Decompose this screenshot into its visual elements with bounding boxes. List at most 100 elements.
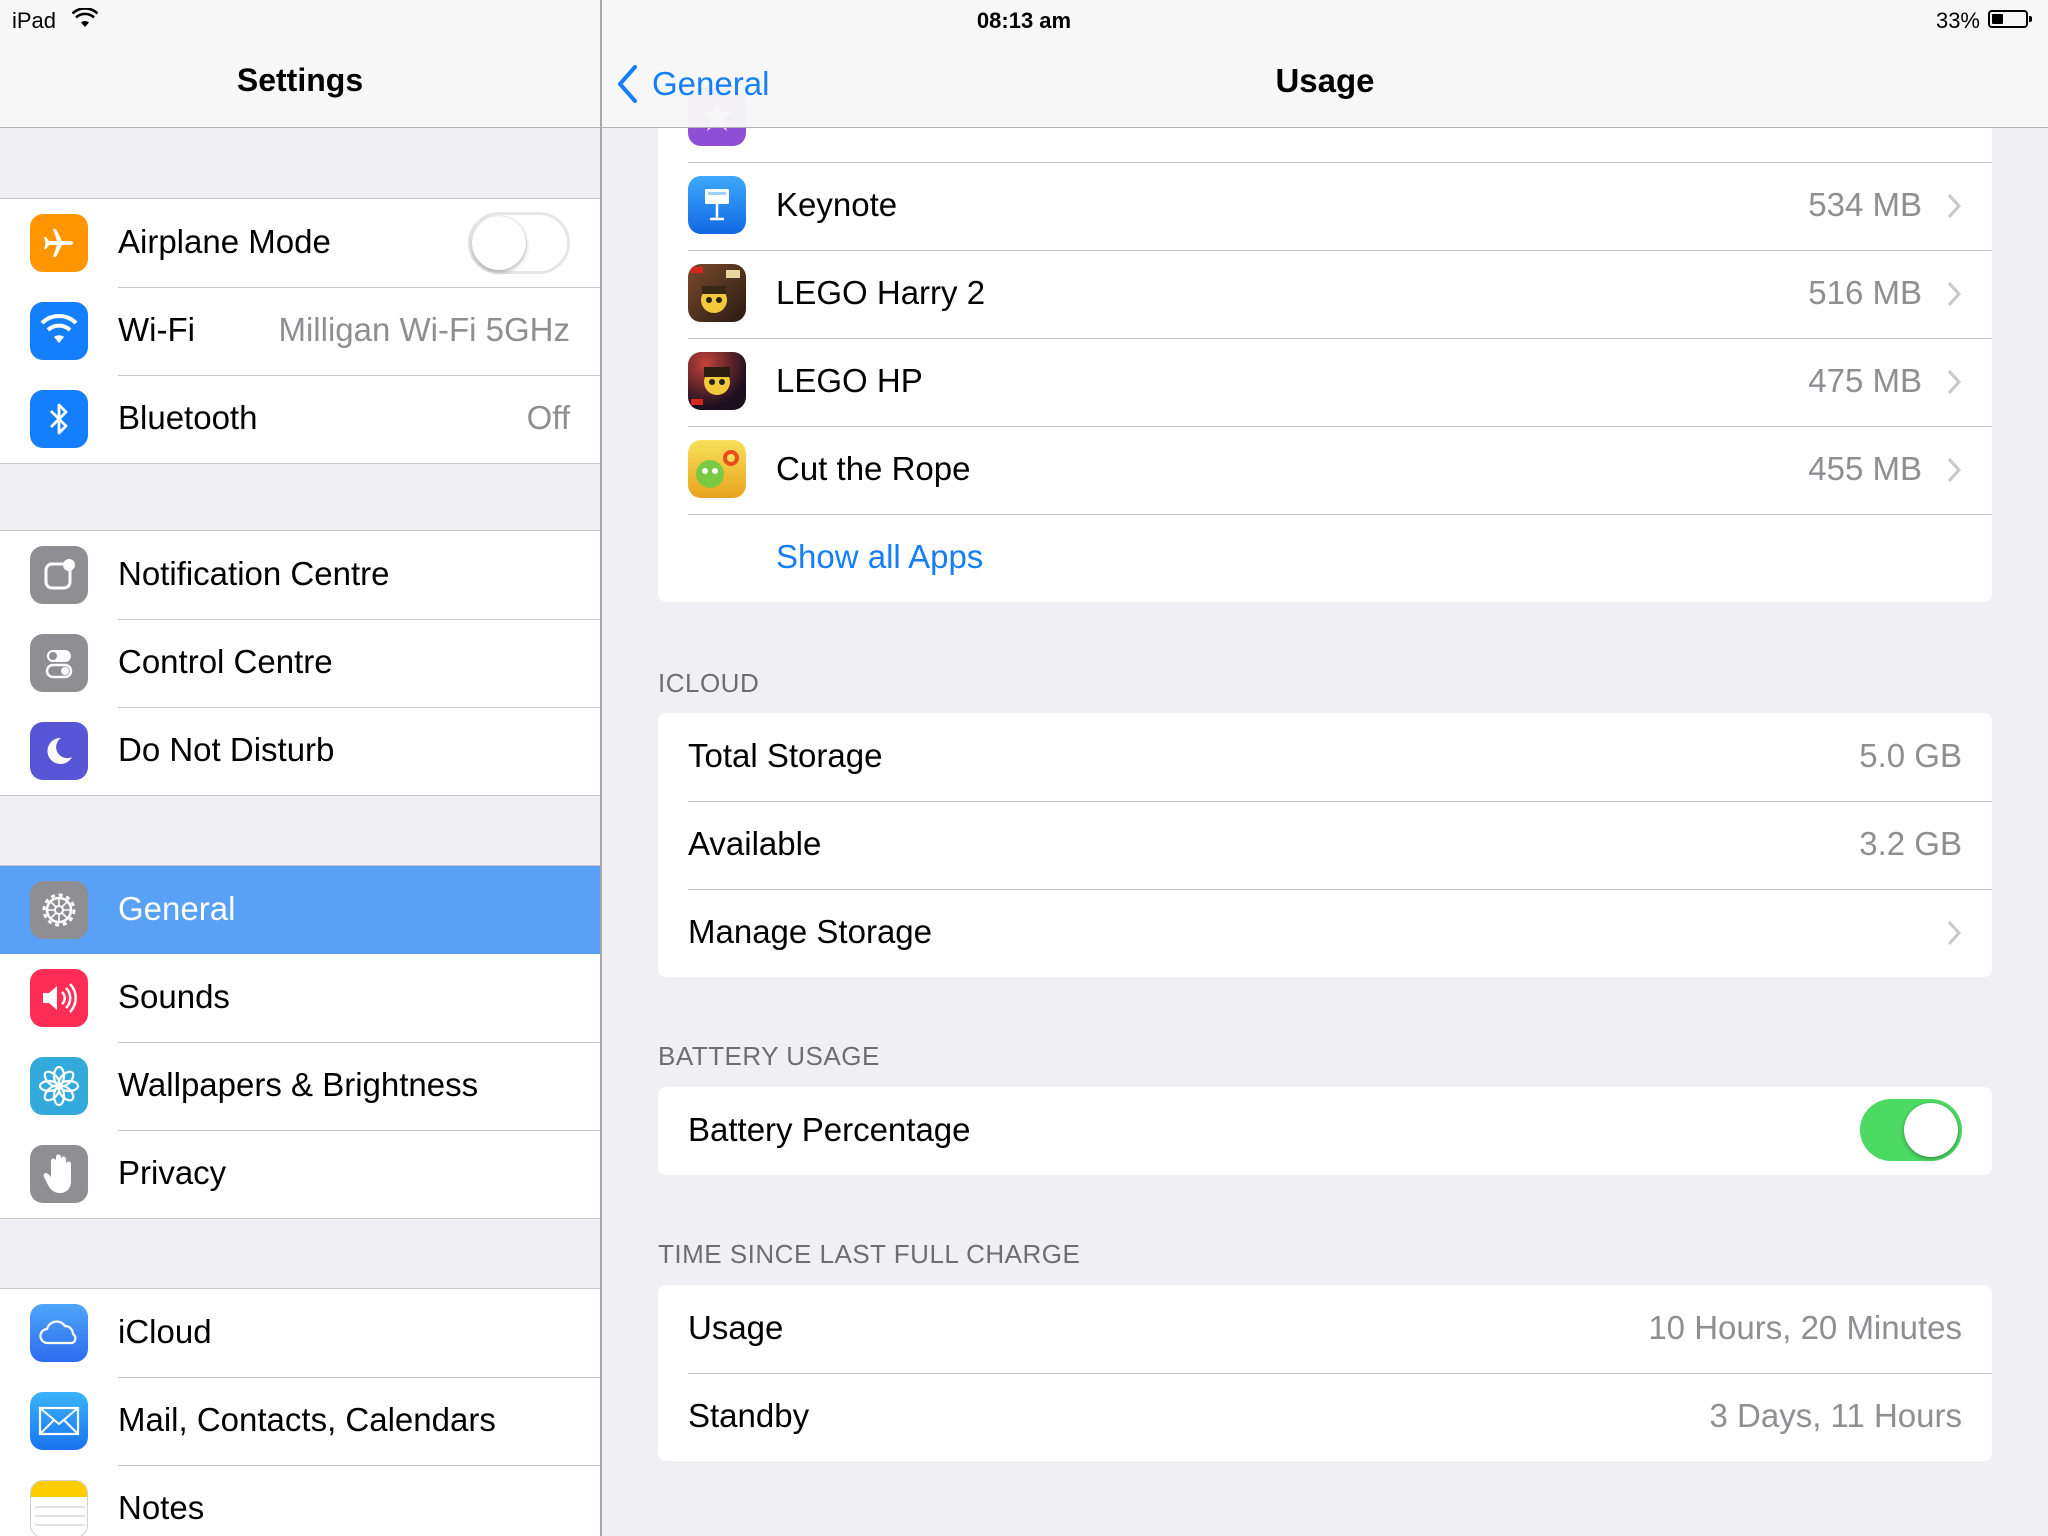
- total-storage-label: Total Storage: [688, 737, 883, 774]
- time-since-charge-group: Usage 10 Hours, 20 Minutes Standby 3 Day…: [658, 1285, 1992, 1461]
- app-size: 534 MB: [1808, 186, 1922, 223]
- chevron-right-icon: [1947, 457, 1962, 483]
- cloud-icon: [30, 1304, 88, 1362]
- settings-item-do-not-disturb[interactable]: Do Not Disturb: [0, 707, 600, 795]
- app-name: LEGO HP: [776, 362, 923, 399]
- list-item[interactable]: Cut the Rope 455 MB: [658, 426, 1992, 514]
- settings-item-label: Wallpapers & Brightness: [118, 1066, 479, 1103]
- settings-item-label: iCloud: [118, 1313, 212, 1350]
- airplane-mode-toggle[interactable]: [468, 212, 570, 274]
- available-label: Available: [688, 825, 822, 862]
- settings-group-connectivity: Airplane Mode Wi-Fi Milligan Wi-Fi 5GHz …: [0, 198, 600, 464]
- settings-item-mail-contacts-calendars[interactable]: Mail, Contacts, Calendars: [0, 1377, 600, 1465]
- settings-item-label: Sounds: [118, 978, 230, 1015]
- available-storage-row: Available 3.2 GB: [658, 801, 1992, 889]
- settings-item-label: Notification Centre: [118, 555, 390, 592]
- total-storage-row: Total Storage 5.0 GB: [658, 713, 1992, 801]
- app-storage-list: Keynote 534 MB LEGO Harry 2 516 MB LEGO …: [658, 74, 1992, 602]
- usage-detail-pane: General Usage Keynote 534 MB LEGO Harry …: [602, 0, 2048, 1536]
- chevron-right-icon: [1947, 281, 1962, 307]
- keynote-icon: [688, 176, 746, 234]
- usage-time-value: 10 Hours, 20 Minutes: [1648, 1309, 1962, 1346]
- battery-percentage-toggle[interactable]: [1860, 1099, 1962, 1161]
- flower-icon: [30, 1057, 88, 1115]
- battery-icon: [1988, 10, 2032, 28]
- battery-percent-label: 33%: [1935, 8, 1980, 33]
- chevron-right-icon: [1947, 193, 1962, 219]
- chevron-right-icon: [1947, 920, 1962, 946]
- control-centre-icon: [30, 634, 88, 692]
- app-size: 475 MB: [1808, 362, 1922, 399]
- settings-item-wifi[interactable]: Wi-Fi Milligan Wi-Fi 5GHz: [0, 287, 600, 375]
- standby-time-row: Standby 3 Days, 11 Hours: [658, 1373, 1992, 1461]
- page-title: Usage: [1275, 62, 1375, 99]
- battery-percentage-row: Battery Percentage: [658, 1087, 1992, 1175]
- settings-group-general: General Sounds Wallpapers & Brightness P…: [0, 865, 600, 1219]
- settings-item-privacy[interactable]: Privacy: [0, 1130, 600, 1218]
- settings-item-icloud[interactable]: iCloud: [0, 1289, 600, 1377]
- list-item[interactable]: LEGO Harry 2 516 MB: [658, 250, 1992, 338]
- settings-item-label: Privacy: [118, 1154, 227, 1191]
- wifi-network-value: Milligan Wi-Fi 5GHz: [278, 311, 570, 348]
- standby-time-value: 3 Days, 11 Hours: [1709, 1397, 1963, 1434]
- usage-time-label: Usage: [688, 1309, 784, 1346]
- settings-item-bluetooth[interactable]: Bluetooth Off: [0, 375, 600, 463]
- app-name: LEGO Harry 2: [776, 274, 986, 311]
- settings-item-notes[interactable]: Notes: [0, 1465, 600, 1536]
- settings-group-notifications: Notification Centre Control Centre Do No…: [0, 530, 600, 796]
- list-item[interactable]: LEGO HP 475 MB: [658, 338, 1992, 426]
- hand-icon: [30, 1145, 88, 1203]
- section-header-time-since-charge: TIME SINCE LAST FULL CHARGE: [658, 1239, 1081, 1269]
- cut-the-rope-icon: [688, 440, 746, 498]
- battery-usage-group: Battery Percentage: [658, 1087, 1992, 1175]
- bluetooth-icon: [30, 390, 88, 448]
- section-header-battery-usage: BATTERY USAGE: [658, 1041, 880, 1071]
- settings-item-notification-centre[interactable]: Notification Centre: [0, 531, 600, 619]
- mail-icon: [30, 1392, 88, 1450]
- airplane-icon: [30, 214, 88, 272]
- settings-item-control-centre[interactable]: Control Centre: [0, 619, 600, 707]
- lego-hp-icon: [688, 352, 746, 410]
- settings-item-general[interactable]: General: [0, 866, 600, 954]
- bluetooth-status-value: Off: [526, 399, 570, 436]
- settings-item-label: Do Not Disturb: [118, 731, 335, 768]
- page-title: Settings: [236, 62, 364, 98]
- settings-item-label: General: [118, 890, 236, 927]
- gear-icon: [30, 881, 88, 939]
- lego-harry-2-icon: [688, 264, 746, 322]
- section-header-icloud: ICLOUD: [658, 668, 760, 698]
- list-item[interactable]: Keynote 534 MB: [658, 162, 1992, 250]
- split-view-divider: [600, 0, 602, 1536]
- settings-item-label: Control Centre: [118, 643, 333, 680]
- settings-item-sounds[interactable]: Sounds: [0, 954, 600, 1042]
- manage-storage-row[interactable]: Manage Storage: [658, 889, 1992, 977]
- show-all-apps-label: Show all Apps: [776, 538, 984, 575]
- clock: 08:13 am: [976, 8, 1072, 33]
- app-name: Cut the Rope: [776, 450, 971, 487]
- wifi-icon: [30, 302, 88, 360]
- settings-item-label: Wi-Fi: [118, 311, 195, 348]
- standby-time-label: Standby: [688, 1397, 810, 1434]
- manage-storage-label: Manage Storage: [688, 913, 933, 950]
- settings-item-label: Bluetooth: [118, 399, 258, 436]
- app-name: Keynote: [776, 186, 898, 223]
- settings-item-airplane-mode[interactable]: Airplane Mode: [0, 199, 600, 287]
- notes-icon: [30, 1480, 88, 1536]
- show-all-apps-link[interactable]: Show all Apps: [658, 514, 1992, 602]
- total-storage-value: 5.0 GB: [1859, 737, 1962, 774]
- battery-percentage-label: Battery Percentage: [688, 1111, 971, 1148]
- settings-item-wallpapers-brightness[interactable]: Wallpapers & Brightness: [0, 1042, 600, 1130]
- notification-centre-icon: [30, 546, 88, 604]
- settings-item-label: Airplane Mode: [118, 223, 331, 260]
- settings-group-accounts: iCloud Mail, Contacts, Calendars Notes: [0, 1288, 600, 1536]
- speaker-icon: [30, 969, 88, 1027]
- available-value: 3.2 GB: [1859, 825, 1962, 862]
- status-bar: iPad 08:13 am 33%: [0, 0, 2048, 42]
- chevron-right-icon: [1947, 369, 1962, 395]
- app-size: 516 MB: [1808, 274, 1922, 311]
- icloud-storage-group: Total Storage 5.0 GB Available 3.2 GB Ma…: [658, 713, 1992, 977]
- usage-time-row: Usage 10 Hours, 20 Minutes: [658, 1285, 1992, 1373]
- settings-master-pane: Settings Airplane Mode Wi-Fi Milligan Wi…: [0, 0, 600, 1536]
- moon-icon: [30, 722, 88, 780]
- settings-item-label: Mail, Contacts, Calendars: [118, 1401, 496, 1438]
